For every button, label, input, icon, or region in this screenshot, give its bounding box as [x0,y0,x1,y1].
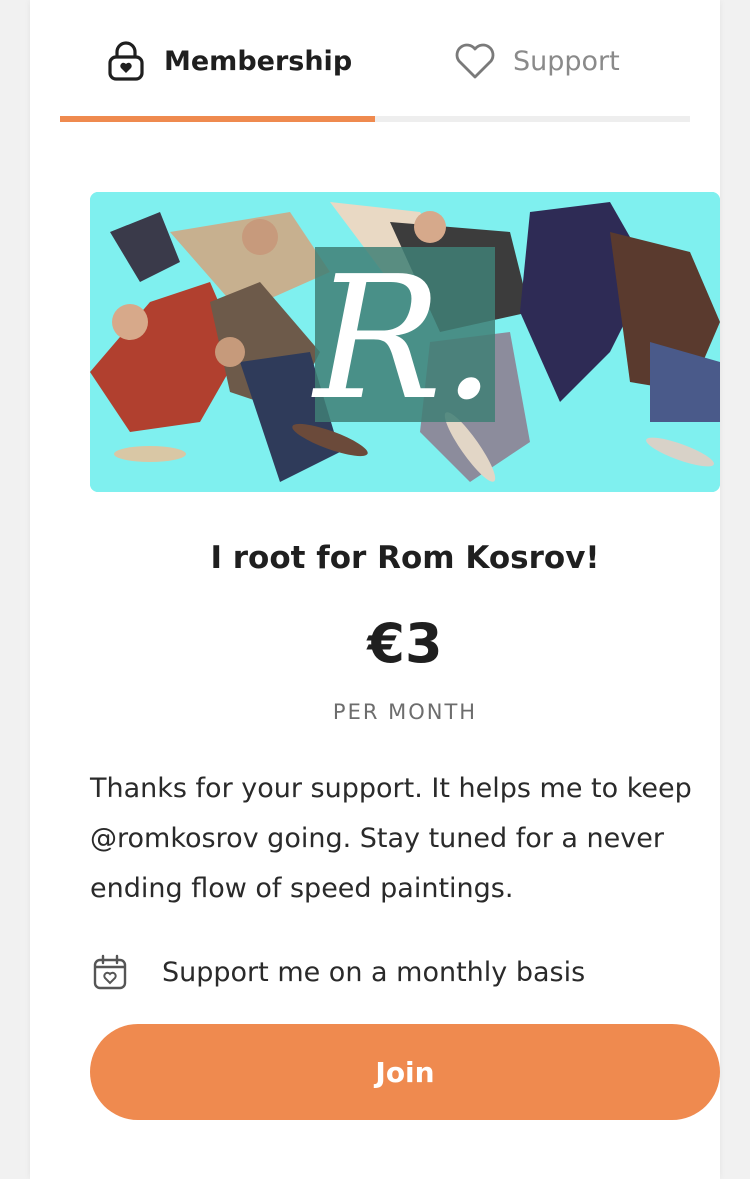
tier-banner-image: R. [90,192,720,492]
billing-period: PER MONTH [332,700,478,724]
benefit-item: Support me on a monthly basis [90,948,720,996]
tier-price: €3 [367,612,443,675]
tab-support[interactable]: Support [453,38,620,84]
lock-heart-icon [104,39,148,83]
benefit-text: Support me on a monthly basis [162,956,586,988]
tier-title: I root for Rom Kosrov! [210,540,600,576]
tab-membership-label: Membership [164,45,353,77]
tab-membership[interactable]: Membership [104,38,352,84]
membership-card: Membership Support R. I root for Rom Kos… [30,0,720,1179]
calendar-heart-icon [90,952,130,992]
heart-icon [453,39,497,83]
tab-support-label: Support [513,45,620,77]
tier-description: Thanks for your support. It helps me to … [90,773,692,904]
tab-bar: Membership Support [60,0,690,122]
join-button[interactable]: Join [90,1024,720,1120]
banner-logo-letter: R. [311,240,496,438]
active-tab-indicator [60,116,375,122]
